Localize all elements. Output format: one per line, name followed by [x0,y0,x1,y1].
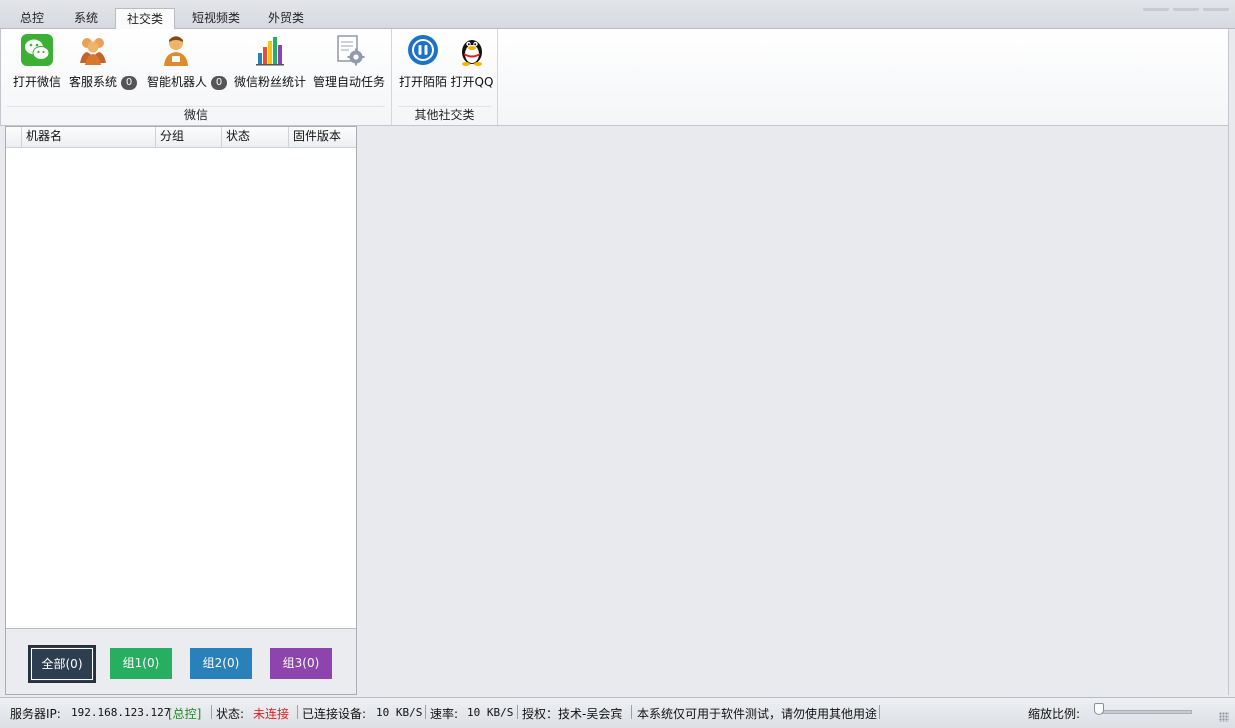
column-header-firmware-version[interactable]: 固件版本 [289,127,356,147]
open-wechat-button[interactable]: 打开微信 [9,29,65,97]
status-divider [425,705,426,719]
connected-devices-label: 已连接设备: [302,707,367,721]
rate-label: 速率: [430,707,459,721]
connection-state-label: 状态: [216,707,245,721]
smart-robot-button[interactable]: 智能机器人 0 [143,29,231,97]
customer-service-label: 客服系统 0 [65,73,141,90]
group-all-button[interactable]: 全部(0) [28,645,96,683]
window-controls [1139,0,1229,11]
ribbon-group-wechat-label: 微信 [183,108,208,122]
task-settings-icon [337,35,365,66]
customer-service-icon [80,38,106,65]
status-divider [879,705,880,719]
license-info: 授权：技术-吴会宾 [522,707,623,721]
group-filter-bar: 全部(0) 组1(0) 组2(0) 组3(0) [6,628,356,694]
zoom-slider-track[interactable] [1098,710,1192,714]
usage-notice: 本系统仅可用于软件测试，请勿使用其他用途 [637,707,878,721]
ribbon-group-wechat: 打开微信 客服系统 0 智能机器人 0 微信粉丝统计 管理自动任务 微信 [1,29,392,125]
minimize-button[interactable] [1143,8,1169,11]
ribbon-group-other-social: 打开陌陌 打开QQ 其他社交类 [392,29,498,125]
server-ip-label: 服务器IP: [10,707,61,721]
wechat-icon [21,34,53,66]
open-momo-button[interactable]: 打开陌陌 [396,29,450,97]
server-ip-value: 192.168.123.127 [71,706,171,719]
group-2-button[interactable]: 组2(0) [190,648,252,679]
customer-service-badge: 0 [121,76,137,90]
group-1-button[interactable]: 组1(0) [110,648,172,679]
tab-foreign-trade[interactable]: 外贸类 [258,8,314,29]
column-header-status[interactable]: 状态 [222,127,289,147]
zoom-slider-handle[interactable] [1094,703,1104,715]
status-divider [517,705,518,719]
column-header-group[interactable]: 分组 [156,127,222,147]
column-header-machine-name[interactable]: 机器名 [22,127,156,147]
open-qq-button[interactable]: 打开QQ [450,29,494,97]
device-screen-area[interactable] [358,126,1229,695]
status-divider [631,705,632,719]
connected-devices-value: 10 KB/S [376,706,423,719]
manage-auto-tasks-label: 管理自动任务 [312,75,385,89]
ribbon-group-other-social-label: 其他社交类 [414,108,475,122]
tab-system[interactable]: 系统 [62,8,110,29]
smart-robot-label: 智能机器人 0 [143,73,231,90]
tab-social[interactable]: 社交类 [115,8,175,30]
open-wechat-label: 打开微信 [12,75,61,89]
ribbon-tab-bar: 总控 系统 社交类 短视频类 外贸类 [0,0,1235,30]
smart-robot-badge: 0 [211,76,227,90]
manage-auto-tasks-button[interactable]: 管理自动任务 [310,29,388,97]
close-button[interactable] [1203,8,1229,11]
mode-indicator: [总控] [168,707,202,721]
qq-penguin-icon [462,40,482,66]
zoom-label: 缩放比例: [1028,707,1081,721]
open-qq-label: 打开QQ [450,75,494,89]
status-bar: 服务器IP: 192.168.123.127 [总控] 状态: 未连接 已连接设… [0,697,1235,728]
customer-service-button[interactable]: 客服系统 0 [65,29,141,97]
bar-chart-icon [256,37,284,66]
open-momo-label: 打开陌陌 [398,75,447,89]
resize-grip[interactable] [1219,712,1229,722]
device-table-body[interactable] [6,148,356,628]
device-table-header: 机器名 分组 状态 固件版本 [6,127,356,148]
status-divider [211,705,212,719]
device-panel: 机器名 分组 状态 固件版本 全部(0) 组1(0) 组2(0) 组3(0) [5,126,357,695]
row-selector-header[interactable] [6,127,22,147]
group-3-button[interactable]: 组3(0) [270,648,332,679]
rate-value: 10 KB/S [467,706,514,719]
wechat-fans-stats-button[interactable]: 微信粉丝统计 [232,29,308,97]
tab-short-video[interactable]: 短视频类 [183,8,249,29]
ribbon-panel: 打开微信 客服系统 0 智能机器人 0 微信粉丝统计 管理自动任务 微信 打开陌… [0,29,1229,126]
robot-agent-icon [164,36,188,66]
wechat-fans-stats-label: 微信粉丝统计 [233,75,306,89]
tab-general-control[interactable]: 总控 [8,8,56,29]
momo-icon [408,35,438,65]
maximize-button[interactable] [1173,8,1199,11]
connection-state-value: 未连接 [253,707,290,721]
status-divider [297,705,298,719]
